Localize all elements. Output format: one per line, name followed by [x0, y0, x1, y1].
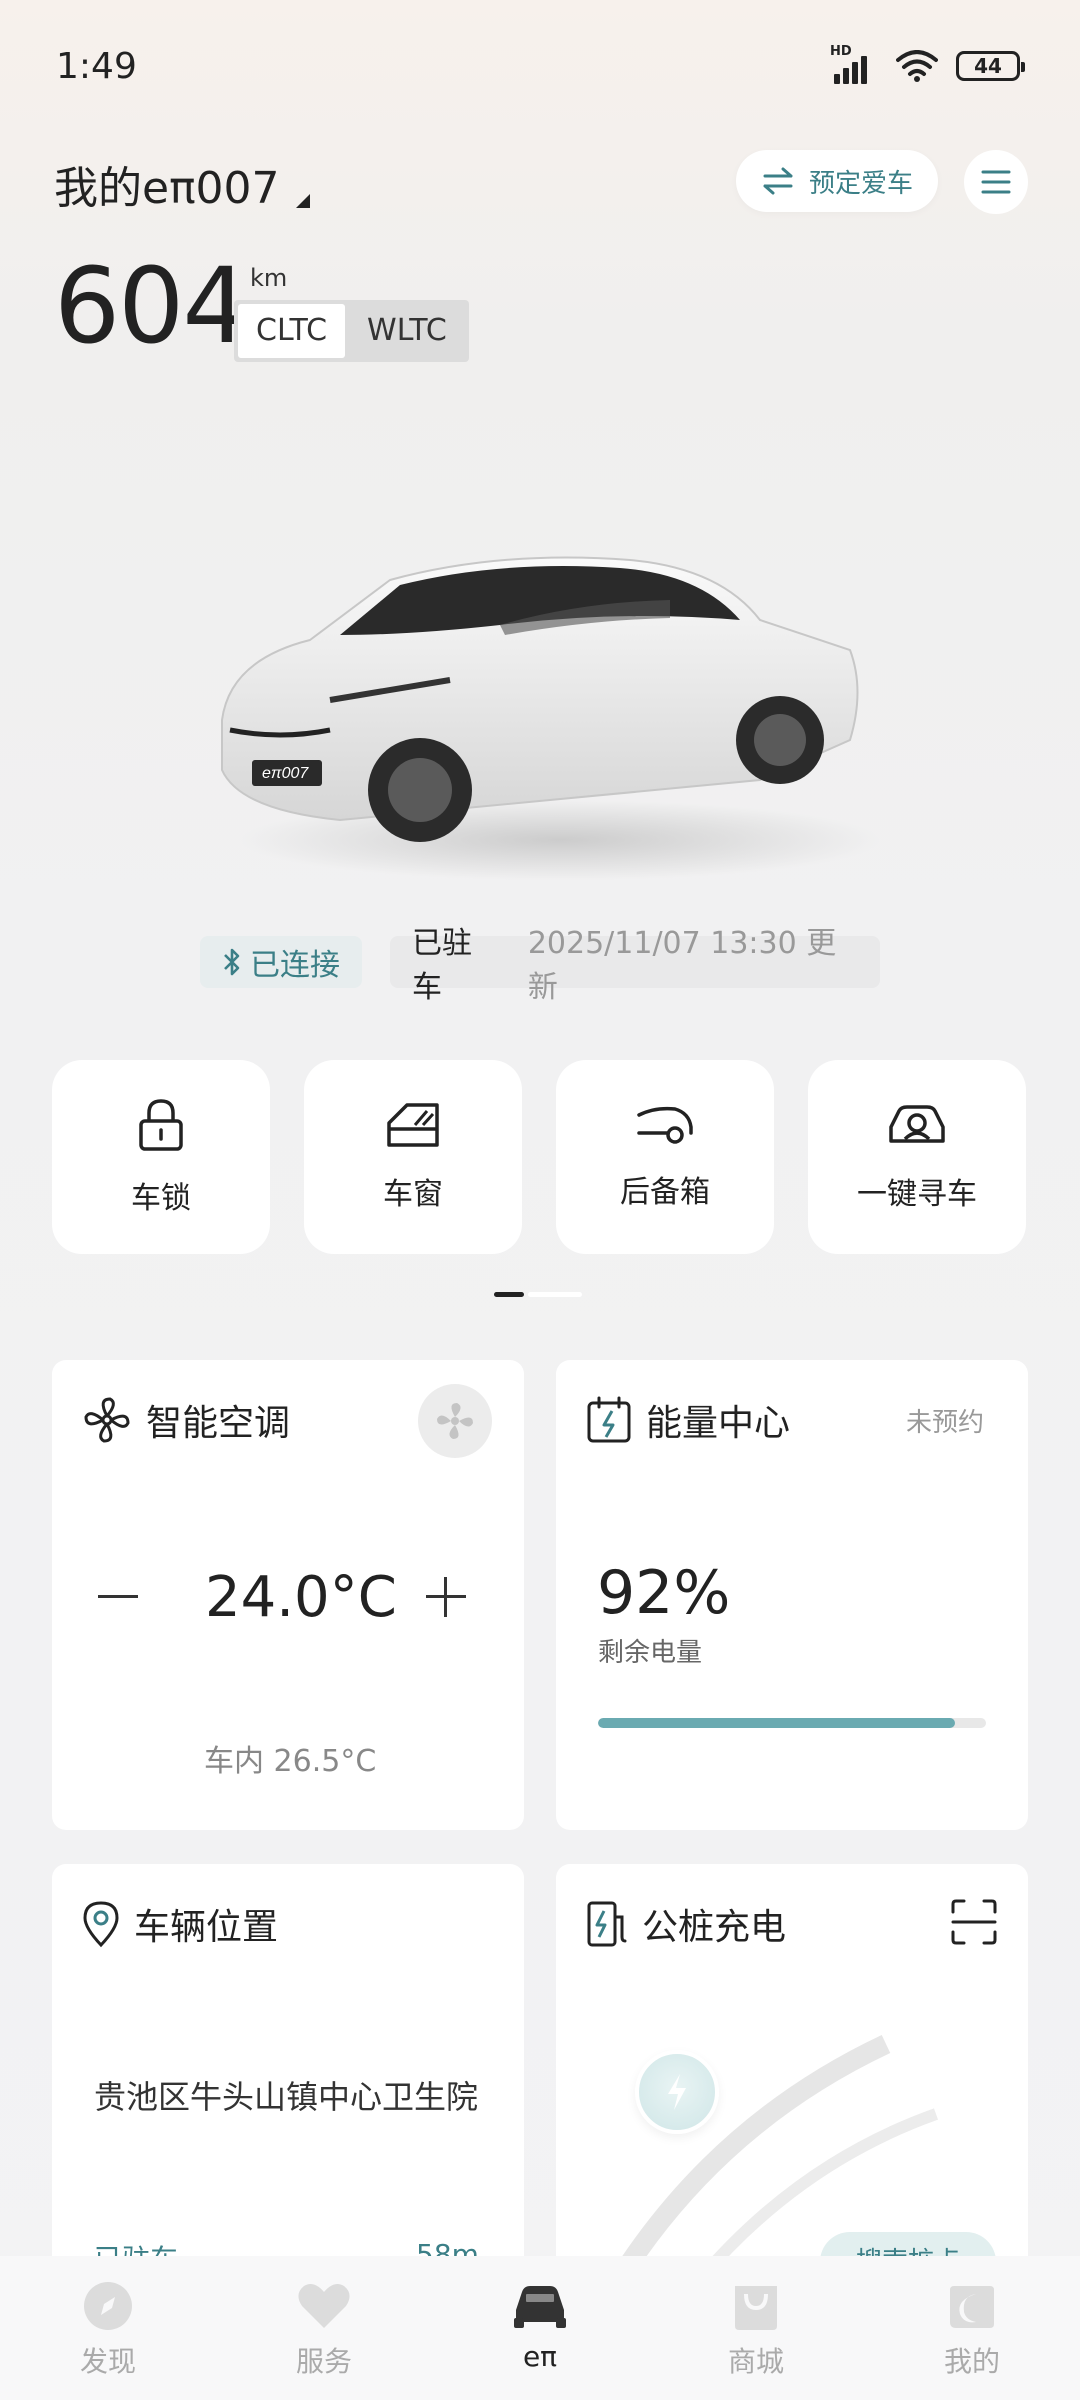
menu-button[interactable]	[964, 150, 1028, 214]
temp-decrease-button[interactable]	[98, 1595, 138, 1598]
shopping-bag-icon	[735, 2286, 777, 2330]
climate-header: 智能空调	[82, 1394, 290, 1446]
status-icons: HD 44	[830, 44, 1025, 84]
charging-header: 公桩充电	[586, 1898, 786, 1950]
dropdown-triangle-icon	[295, 194, 310, 208]
car-icon	[514, 2286, 566, 2328]
parking-status-badge: 已驻车 2025/11/07 13:30 更新	[390, 926, 880, 1005]
moon-icon	[950, 2286, 994, 2328]
lock-button[interactable]: 车锁	[52, 1060, 270, 1254]
temp-increase-button[interactable]	[426, 1577, 466, 1617]
wifi-icon	[896, 50, 938, 82]
battery-calendar-icon	[587, 1396, 631, 1443]
public-charging-card[interactable]: 公桩充电	[556, 1864, 1028, 2284]
page-indicator	[494, 1292, 582, 1297]
status-bar: 1:49 HD 44	[0, 0, 1080, 140]
location-header: 车辆位置	[82, 1898, 278, 1950]
tab-mine[interactable]: 我的	[897, 2280, 1047, 2380]
trunk-icon	[637, 1106, 693, 1144]
scan-icon[interactable]	[950, 1898, 998, 1946]
battery-percent: 92%	[597, 1558, 731, 1628]
car-plate: eπ007	[262, 765, 309, 782]
quick-actions: 车锁 车窗 后备箱 一键寻车	[52, 1060, 1026, 1254]
window-label: 车窗	[383, 1177, 443, 1212]
set-temperature: 24.0°C	[205, 1565, 397, 1630]
tab-label: eπ	[522, 2340, 558, 2373]
update-time: 2025/11/07 13:30 更新	[527, 926, 837, 1005]
tab-label: 发现	[79, 2345, 136, 2378]
compass-icon	[84, 2282, 132, 2330]
swap-icon	[763, 167, 793, 195]
tab-discover[interactable]: 发现	[33, 2280, 183, 2380]
range-value: 604	[54, 245, 249, 367]
tab-label: 服务	[295, 2345, 352, 2378]
lock-label: 车锁	[131, 1181, 191, 1216]
bottom-tab-bar: 发现 服务 eπ 商城 我的	[0, 2256, 1080, 2400]
find-car-label: 一键寻车	[857, 1177, 977, 1212]
battery-label: 剩余电量	[598, 1638, 703, 1668]
connection-status: 已连接	[250, 948, 340, 983]
window-icon	[387, 1103, 439, 1147]
status-time: 1:49	[56, 46, 137, 87]
tab-mall[interactable]: 商城	[681, 2280, 831, 2380]
charging-station-icon	[587, 1901, 627, 1947]
reserve-car-button[interactable]: 预定爱车	[736, 150, 938, 212]
window-button[interactable]: 车窗	[304, 1060, 522, 1254]
car-name: 我的eπ007	[54, 163, 280, 214]
charging-title: 公桩充电	[642, 1907, 787, 1948]
charging-map-pin[interactable]	[635, 2050, 719, 2134]
heart-icon	[298, 2284, 350, 2328]
trunk-button[interactable]: 后备箱	[556, 1060, 774, 1254]
location-title: 车辆位置	[134, 1907, 279, 1948]
vehicle-address: 贵池区牛头山镇中心卫生院	[94, 2078, 479, 2116]
menu-icon	[981, 170, 1011, 194]
fan-icon	[84, 1397, 130, 1443]
bluetooth-icon	[224, 948, 240, 976]
fan-icon	[437, 1403, 473, 1439]
cltc-option[interactable]: CLTC	[238, 304, 346, 358]
lightning-icon	[668, 2074, 686, 2110]
tab-service[interactable]: 服务	[249, 2280, 399, 2380]
location-pin-icon	[83, 1901, 119, 1948]
reserve-label: 预定爱车	[808, 168, 913, 199]
signal-icon: HD	[830, 44, 878, 84]
battery-level-fill	[598, 1718, 955, 1728]
find-car-icon	[889, 1105, 945, 1143]
parked-status: 已驻车	[412, 926, 472, 1005]
lock-icon	[139, 1099, 183, 1151]
tab-label: 商城	[727, 2345, 784, 2378]
bluetooth-connection-badge[interactable]: 已连接	[200, 936, 362, 988]
car-image: eπ007	[221, 556, 880, 880]
tab-label: 我的	[943, 2345, 1000, 2378]
battery-level-bar	[598, 1718, 986, 1728]
range-standard-toggle: CLTC WLTC	[234, 300, 469, 362]
wltc-option[interactable]: WLTC	[349, 304, 465, 358]
ac-power-button[interactable]	[418, 1384, 492, 1458]
car-selector[interactable]: 我的eπ007	[54, 152, 310, 216]
trunk-label: 后备箱	[620, 1175, 710, 1210]
charging-schedule-status: 未预约	[905, 1408, 984, 1438]
find-car-button[interactable]: 一键寻车	[808, 1060, 1026, 1254]
range-unit: km	[250, 264, 288, 292]
climate-title: 智能空调	[146, 1403, 291, 1444]
tab-home[interactable]: eπ	[465, 2280, 615, 2373]
energy-header: 能量中心	[586, 1394, 790, 1446]
inside-temperature: 车内 26.5°C	[204, 1744, 377, 1779]
energy-title: 能量中心	[646, 1403, 791, 1444]
battery-icon: 44	[956, 51, 1025, 81]
